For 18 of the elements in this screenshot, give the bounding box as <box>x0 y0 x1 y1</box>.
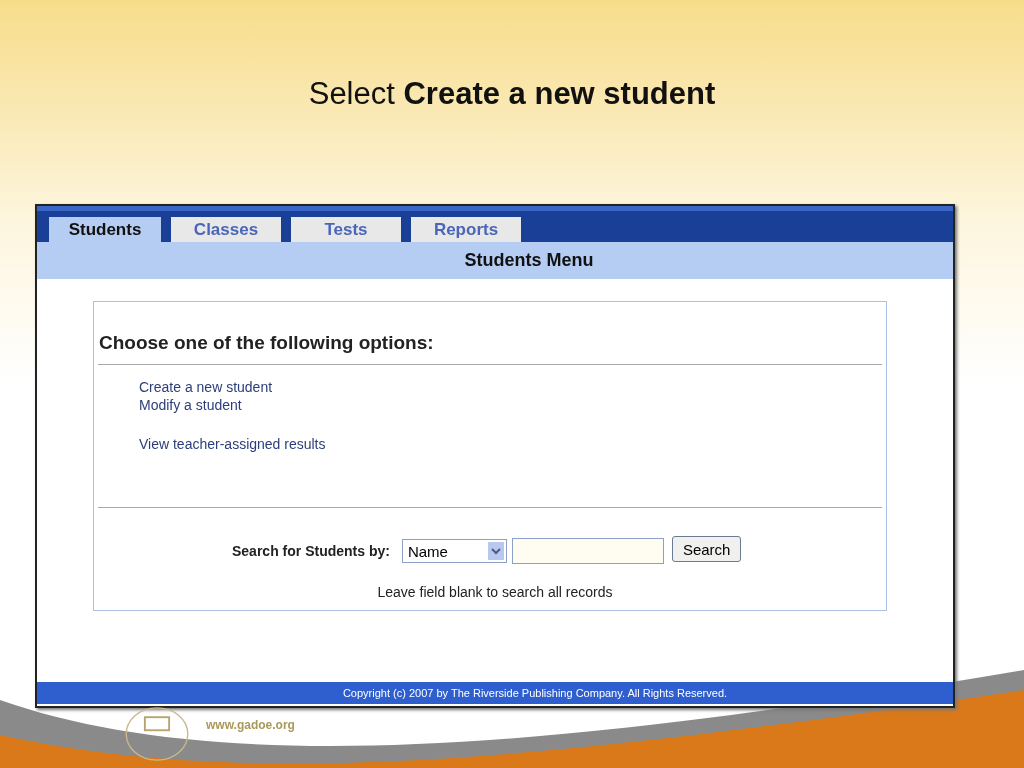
option-link[interactable]: Modify a student <box>139 397 242 413</box>
search-label: Search for Students by: <box>232 543 390 559</box>
search-by-dropdown[interactable]: Name <box>401 539 507 563</box>
website-url: www.gadoe.org <box>206 718 295 732</box>
tab[interactable]: Tests <box>291 217 401 242</box>
search-hint: Leave field blank to search all records <box>376 584 614 600</box>
copyright-text: Copyright (c) 2007 by The Riverside Publishing Company. All Rights Reserved. <box>342 687 728 699</box>
options-heading: Choose one of the following options: <box>98 332 435 354</box>
search-button[interactable]: Search <box>671 536 742 562</box>
menu-title: Students Menu <box>464 250 594 271</box>
search-field[interactable] <box>511 538 664 564</box>
tab[interactable]: Classes <box>171 217 281 242</box>
tab[interactable]: Reports <box>411 217 521 242</box>
slide-title: Select Create a new student <box>308 76 716 113</box>
option-link[interactable]: View teacher-assigned results <box>139 436 326 452</box>
caret-icon <box>487 542 504 560</box>
tab[interactable]: Students <box>49 217 161 242</box>
option-link[interactable]: Create a new student <box>139 379 273 395</box>
